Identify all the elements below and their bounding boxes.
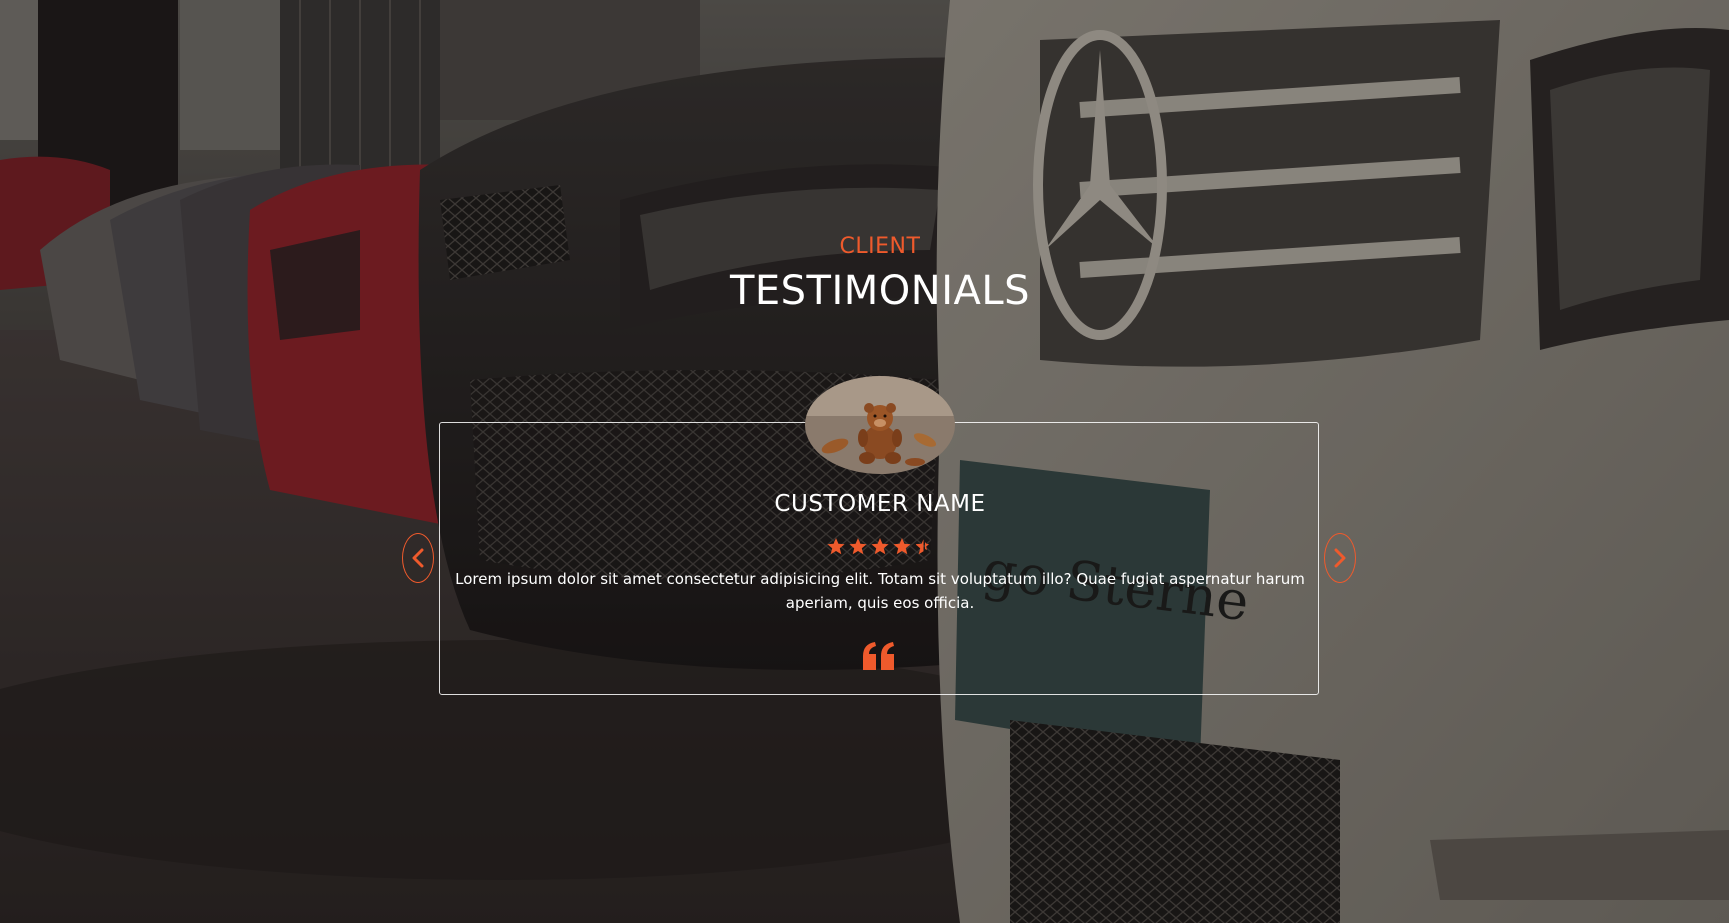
star-icon xyxy=(871,538,889,555)
testimonials-section: go Sterne CLIENT TESTIMONIALS CUSTOMER N… xyxy=(0,0,1729,923)
section-kicker: CLIENT xyxy=(839,234,921,259)
chevron-left-icon xyxy=(412,548,424,568)
star-icon xyxy=(893,538,911,555)
customer-avatar xyxy=(805,376,955,474)
star-half-icon xyxy=(916,539,929,555)
star-icon xyxy=(849,538,867,555)
quote-left-icon xyxy=(863,642,894,670)
chevron-right-icon xyxy=(1334,548,1346,568)
next-testimonial-button[interactable] xyxy=(1324,533,1356,583)
star-icon xyxy=(827,538,845,555)
teddy-bear-icon xyxy=(805,376,955,474)
customer-name: CUSTOMER NAME xyxy=(774,491,986,517)
section-heading: TESTIMONIALS xyxy=(729,268,1031,314)
star-rating xyxy=(827,538,929,555)
previous-testimonial-button[interactable] xyxy=(402,533,434,583)
review-text: Lorem ipsum dolor sit amet consectetur a… xyxy=(455,570,1305,612)
